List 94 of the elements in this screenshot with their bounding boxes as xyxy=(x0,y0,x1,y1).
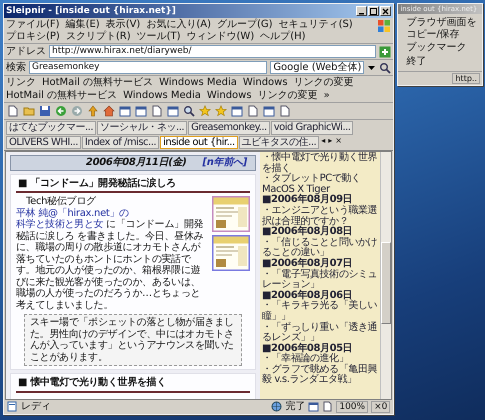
menu-item[interactable]: お気に入り(A) xyxy=(146,19,211,30)
back-icon[interactable] xyxy=(55,105,67,117)
sidebar-date: ■2006年08月07日 xyxy=(262,258,354,269)
browser-tab[interactable]: Index of /misc... xyxy=(82,136,160,149)
browser-tab[interactable]: はてなブックマー... xyxy=(6,121,96,134)
scroll-thumb[interactable] xyxy=(381,242,392,324)
go-icon[interactable] xyxy=(379,46,392,58)
popup-status-text: http.. xyxy=(452,73,480,84)
article-title: ■ 「コンドーム」開発秘話に涙しろ xyxy=(17,178,177,189)
browser-tab[interactable]: Greasemonkey... xyxy=(188,121,270,134)
sidebar-link[interactable]: ・「ずっしり重い「透き通るレンズ」」 xyxy=(262,322,378,344)
search-label: 検索 xyxy=(6,62,26,74)
zoom-level[interactable]: 100% xyxy=(336,400,368,413)
window-icon[interactable] xyxy=(263,105,275,117)
flag-icon xyxy=(377,19,392,33)
window-icon[interactable] xyxy=(119,105,131,117)
up-arrow-icon[interactable] xyxy=(87,105,99,117)
menu-item[interactable]: スクリプト(R) xyxy=(66,30,131,42)
link-bookmark[interactable]: Windows Media xyxy=(123,90,201,101)
sidebar-link[interactable]: ・懐中電灯で光り動く世界を描く xyxy=(262,153,378,174)
search-field[interactable]: Greasemonkey xyxy=(29,61,268,74)
page-icon[interactable] xyxy=(247,105,259,117)
window-icon[interactable] xyxy=(231,105,243,117)
status-done: 完了 xyxy=(285,401,306,413)
sidebar-date: ■2006年08月08日 xyxy=(262,227,352,238)
browser-tab[interactable]: OLIVERS WHI... xyxy=(6,136,81,149)
browser-tab[interactable]: inside out {hir... xyxy=(160,136,238,149)
star-icon[interactable] xyxy=(215,105,227,117)
home-icon[interactable] xyxy=(103,105,115,117)
link-bookmark[interactable]: HotMail の無料サービス xyxy=(42,77,154,88)
date-heading: 2006年08月11日(金) xyxy=(86,157,187,168)
page-icon[interactable] xyxy=(151,105,163,117)
sidebar-link[interactable]: ・「信じることと問いかけることの違い」 xyxy=(262,238,378,259)
popup-menu-item[interactable]: ブラウザ画面をコピー/保存 xyxy=(406,16,479,42)
maximize-button[interactable] xyxy=(368,6,380,16)
link-bookmark[interactable]: リンクの変更 xyxy=(294,77,354,88)
status-text: レディ xyxy=(21,401,52,413)
maximize-icon xyxy=(370,8,378,14)
tab-strip-button[interactable]: ◂ xyxy=(320,136,326,149)
address-label: アドレス xyxy=(6,46,46,58)
address-field[interactable]: http://www.hirax.net/diaryweb/ xyxy=(49,45,376,58)
tab-strip-button[interactable]: × xyxy=(334,136,343,149)
menu-item[interactable]: ウィンドウ(W) xyxy=(186,30,254,42)
menu-item[interactable]: グループ(G) xyxy=(217,19,273,30)
links-label: リンク xyxy=(6,77,36,88)
search-engine-dropdown[interactable]: Google (Web全体) xyxy=(270,61,364,74)
link-bookmark[interactable]: HotMail の無料サービス xyxy=(6,90,118,101)
menu-item[interactable]: プロキシ(P) xyxy=(6,30,60,42)
window-icon[interactable] xyxy=(135,105,147,117)
sidebar-link[interactable]: ・「キラキラ光る「美しい瞳」」 xyxy=(262,301,378,322)
link-bookmark[interactable]: Windows xyxy=(242,77,288,88)
article-paragraph: Tech秘伝ブログ 平林 純@「hirax.net」の 科学と技術と男と女 に「コンドーム」開発秘話に涙しろ を書きました。今日、昼休みに、職場の周りの散歩道にオカモトさんが落ちていたのもホントにホントの実話です。地元の人が使ったのか、箱根界隈に遊びに来た観光客が使ったのか、あるいは、職場の人が使ったのだろうか…とちょっと考えてしまいました。 xyxy=(16,196,204,311)
sidebar-link[interactable]: ・「幸福論の進化」 xyxy=(262,354,378,365)
sidebar-link[interactable]: ・「電子写真技術のシミュレーション」 xyxy=(262,270,378,291)
window-icon[interactable] xyxy=(167,105,179,117)
tab-strip-button[interactable]: ▸ xyxy=(327,136,334,149)
article-link[interactable]: 平林 純@「hirax.net」の xyxy=(16,208,129,218)
article-title: ■ 懐中電灯で光り動く世界を描く xyxy=(17,377,168,388)
link-bookmark[interactable]: Windows xyxy=(206,90,252,101)
previous-years-link[interactable]: [n年前へ] xyxy=(202,157,247,168)
sidebar-date: ■2006年08月09日 xyxy=(262,195,352,206)
globe-icon xyxy=(271,401,282,412)
menu-item[interactable]: ファイル(F) xyxy=(6,19,60,30)
popup-menu-item[interactable]: 終了 xyxy=(406,54,479,68)
more-chevron[interactable]: » xyxy=(324,90,330,101)
link-bookmark[interactable]: Windows Media xyxy=(159,77,237,88)
search-icon[interactable] xyxy=(379,62,392,74)
menu-item[interactable]: セキュリティ(S) xyxy=(278,19,353,30)
folder-icon[interactable] xyxy=(23,105,35,117)
scroll-bar[interactable] xyxy=(380,152,392,399)
minimize-button[interactable] xyxy=(356,6,368,16)
browser-tab[interactable]: ユビキタスの住... xyxy=(238,136,320,149)
search-icon[interactable] xyxy=(183,105,195,117)
close-icon xyxy=(382,8,390,14)
blocked-count: ×0 xyxy=(371,400,390,413)
browser-tab[interactable]: void GraphicWi... xyxy=(270,121,354,134)
quote-text: スキー場で「ポシェットの落とし物が届きました。男性向けのデザインで、中にはオカモトさんが入っています」というアナウンスを聞いたことがあります。 xyxy=(24,314,242,366)
popup-menu-item[interactable]: ブックマーク xyxy=(406,41,479,55)
window-icon[interactable] xyxy=(308,401,320,412)
page-icon[interactable] xyxy=(7,105,19,117)
star-icon[interactable] xyxy=(199,105,211,117)
window-title: Sleipnir - [inside out {hirax.net}] xyxy=(6,6,177,16)
menu-item[interactable]: 表示(V) xyxy=(106,19,140,30)
menu-item[interactable]: ヘルプ(H) xyxy=(260,30,306,42)
sidebar-link[interactable]: ・グラフで眺める「亀田興毅 v.s.ランダエタ戦」 xyxy=(262,364,378,386)
browser-tab[interactable]: ソーシャル・ネッ... xyxy=(97,121,188,134)
page-icon[interactable] xyxy=(279,105,291,117)
close-button[interactable] xyxy=(380,6,392,16)
menu-item[interactable]: 編集(E) xyxy=(66,19,100,30)
sidebar-date: ■2006年08月06日 xyxy=(262,290,352,301)
sidebar-date: ■2006年08月05日 xyxy=(262,344,354,354)
link-bookmark[interactable]: リンクの変更 xyxy=(258,90,318,101)
article-link[interactable]: 科学と技術と男と女 xyxy=(16,219,104,230)
menu-item[interactable]: ツール(T) xyxy=(136,30,181,42)
